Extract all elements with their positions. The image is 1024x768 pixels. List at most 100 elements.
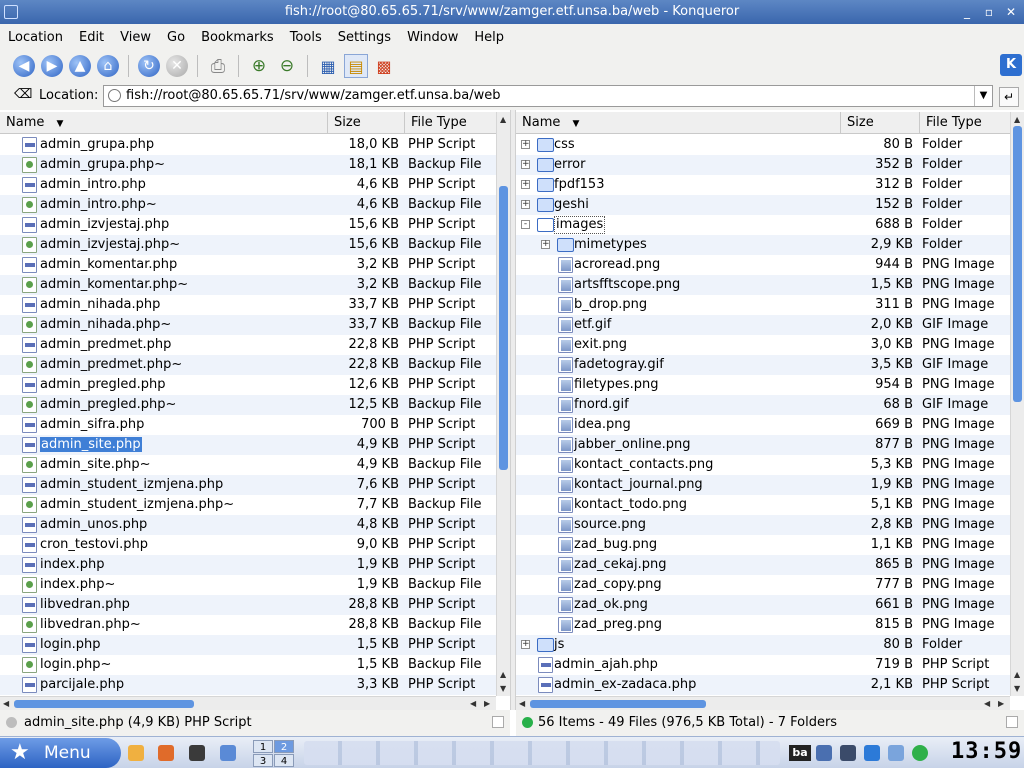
- right-lock-checkbox[interactable]: [1006, 716, 1018, 728]
- left-column-name[interactable]: Name ▼: [0, 112, 328, 133]
- left-column-size[interactable]: Size: [328, 112, 405, 133]
- right-file-row[interactable]: exit.png 3,0 KB PNG Image: [516, 335, 1010, 355]
- left-file-row[interactable]: admin_komentar.php~ 3,2 KB Backup File: [0, 275, 496, 295]
- right-file-row[interactable]: kontact_contacts.png 5,3 KB PNG Image: [516, 455, 1010, 475]
- left-file-row[interactable]: login.php 1,5 KB PHP Script: [0, 635, 496, 655]
- back-button[interactable]: ◀: [12, 54, 36, 78]
- left-file-row[interactable]: admin_intro.php~ 4,6 KB Backup File: [0, 195, 496, 215]
- right-file-row[interactable]: filetypes.png 954 B PNG Image: [516, 375, 1010, 395]
- left-file-row[interactable]: admin_pregled.php 12,6 KB PHP Script: [0, 375, 496, 395]
- menu-bookmarks[interactable]: Bookmarks: [193, 30, 282, 45]
- home-launcher-icon[interactable]: [158, 745, 174, 761]
- left-vertical-scrollbar[interactable]: ▲ ▲ ▼: [496, 112, 510, 696]
- multi-view-button[interactable]: ▩: [372, 54, 396, 78]
- right-file-row[interactable]: fnord.gif 68 B GIF Image: [516, 395, 1010, 415]
- left-file-row[interactable]: admin_student_izmjena.php~ 7,7 KB Backup F…: [0, 495, 496, 515]
- left-file-row[interactable]: libvedran.php~ 28,8 KB Backup File: [0, 615, 496, 635]
- up-button[interactable]: ▲: [68, 54, 92, 78]
- keyboard-layout-indicator[interactable]: ba: [789, 745, 811, 761]
- reload-button[interactable]: ↻: [137, 54, 161, 78]
- icon-view-button[interactable]: ▦: [316, 54, 340, 78]
- zoom-in-button[interactable]: ⊕: [247, 54, 271, 78]
- clipboard-icon[interactable]: [888, 745, 904, 761]
- right-file-row[interactable]: - images 688 B Folder: [516, 215, 1010, 235]
- right-file-row[interactable]: zad_ok.png 661 B PNG Image: [516, 595, 1010, 615]
- left-horizontal-scrollbar[interactable]: ◀ ◀ ▶: [0, 696, 496, 710]
- forward-button[interactable]: ▶: [40, 54, 64, 78]
- network-launcher-icon[interactable]: [220, 745, 236, 761]
- right-file-row[interactable]: + css 80 B Folder: [516, 135, 1010, 155]
- left-file-row[interactable]: index.php 1,9 KB PHP Script: [0, 555, 496, 575]
- zoom-out-button[interactable]: ⊖: [275, 54, 299, 78]
- right-file-row[interactable]: jabber_online.png 877 B PNG Image: [516, 435, 1010, 455]
- terminal-launcher-icon[interactable]: [189, 745, 205, 761]
- right-file-row[interactable]: + mimetypes 2,9 KB Folder: [516, 235, 1010, 255]
- konqueror-launcher-icon[interactable]: [128, 745, 144, 761]
- desktop-4[interactable]: 4: [274, 754, 294, 767]
- left-file-row[interactable]: admin_predmet.php~ 22,8 KB Backup File: [0, 355, 496, 375]
- volume-icon[interactable]: [816, 745, 832, 761]
- right-column-size[interactable]: Size: [841, 112, 920, 133]
- left-file-row[interactable]: cron_testovi.php 9,0 KB PHP Script: [0, 535, 496, 555]
- right-file-row[interactable]: etf.gif 2,0 KB GIF Image: [516, 315, 1010, 335]
- left-file-row[interactable]: parcijale.php 3,3 KB PHP Script: [0, 675, 496, 695]
- left-file-row[interactable]: login.php~ 1,5 KB Backup File: [0, 655, 496, 675]
- left-column-type[interactable]: File Type: [405, 112, 496, 133]
- menu-location[interactable]: Location: [0, 30, 71, 45]
- right-file-row[interactable]: zad_preg.png 815 B PNG Image: [516, 615, 1010, 635]
- location-input[interactable]: fish://root@80.65.65.71/srv/www/zamger.e…: [103, 85, 993, 107]
- left-file-row[interactable]: admin_pregled.php~ 12,5 KB Backup File: [0, 395, 496, 415]
- expand-icon[interactable]: +: [521, 200, 530, 209]
- menu-edit[interactable]: Edit: [71, 30, 112, 45]
- network-status-icon[interactable]: [864, 745, 880, 761]
- expand-icon[interactable]: +: [521, 180, 530, 189]
- desktop-3[interactable]: 3: [253, 754, 273, 767]
- desktop-pager[interactable]: 1 2 3 4: [253, 740, 295, 768]
- left-file-row[interactable]: admin_intro.php 4,6 KB PHP Script: [0, 175, 496, 195]
- right-file-row[interactable]: + fpdf153 312 B Folder: [516, 175, 1010, 195]
- right-file-row[interactable]: b_drop.png 311 B PNG Image: [516, 295, 1010, 315]
- minimize-icon[interactable]: _: [958, 3, 976, 21]
- print-button[interactable]: ⎙: [206, 54, 230, 78]
- right-file-row[interactable]: zad_bug.png 1,1 KB PNG Image: [516, 535, 1010, 555]
- menu-view[interactable]: View: [112, 30, 159, 45]
- left-file-row[interactable]: admin_student_izmjena.php 7,6 KB PHP Scrip…: [0, 475, 496, 495]
- tray-app-icon[interactable]: [840, 745, 856, 761]
- desktop-2[interactable]: 2: [274, 740, 294, 753]
- left-file-row[interactable]: admin_komentar.php 3,2 KB PHP Script: [0, 255, 496, 275]
- right-column-type[interactable]: File Type: [920, 112, 1010, 133]
- clock[interactable]: 13:59: [951, 739, 1021, 767]
- left-file-row[interactable]: admin_grupa.php~ 18,1 KB Backup File: [0, 155, 496, 175]
- close-icon[interactable]: ✕: [1002, 3, 1020, 21]
- right-file-row[interactable]: admin_ajah.php 719 B PHP Script: [516, 655, 1010, 675]
- k-menu-button[interactable]: ★ Menu: [0, 738, 121, 768]
- left-file-row[interactable]: admin_site.php~ 4,9 KB Backup File: [0, 455, 496, 475]
- right-file-row[interactable]: + js 80 B Folder: [516, 635, 1010, 655]
- right-file-row[interactable]: + error 352 B Folder: [516, 155, 1010, 175]
- expand-icon[interactable]: +: [521, 160, 530, 169]
- collapse-icon[interactable]: -: [521, 220, 530, 229]
- taskbar-window-list[interactable]: [304, 741, 780, 765]
- right-vertical-scrollbar[interactable]: ▲ ▲ ▼: [1010, 112, 1024, 696]
- left-file-row[interactable]: libvedran.php 28,8 KB PHP Script: [0, 595, 496, 615]
- right-file-row[interactable]: source.png 2,8 KB PNG Image: [516, 515, 1010, 535]
- left-file-row[interactable]: admin_izvjestaj.php~ 15,6 KB Backup File: [0, 235, 496, 255]
- right-file-row[interactable]: idea.png 669 B PNG Image: [516, 415, 1010, 435]
- right-column-name[interactable]: Name ▼: [516, 112, 841, 133]
- right-file-row[interactable]: admin_ex-zadaca.php 2,1 KB PHP Script: [516, 675, 1010, 695]
- expand-icon[interactable]: +: [521, 640, 530, 649]
- home-button[interactable]: ⌂: [96, 54, 120, 78]
- desktop-1[interactable]: 1: [253, 740, 273, 753]
- right-file-row[interactable]: kontact_todo.png 5,1 KB PNG Image: [516, 495, 1010, 515]
- expand-icon[interactable]: +: [541, 240, 550, 249]
- title-bar[interactable]: fish://root@80.65.65.71/srv/www/zamger.e…: [0, 0, 1024, 24]
- left-file-row[interactable]: admin_nihada.php~ 33,7 KB Backup File: [0, 315, 496, 335]
- left-vertical-scroll-thumb[interactable]: [499, 186, 508, 470]
- left-lock-checkbox[interactable]: [492, 716, 504, 728]
- clear-location-icon[interactable]: ⌫: [14, 87, 32, 102]
- right-horizontal-scroll-thumb[interactable]: [530, 700, 706, 708]
- left-file-row[interactable]: admin_predmet.php 22,8 KB PHP Script: [0, 335, 496, 355]
- right-file-row[interactable]: zad_copy.png 777 B PNG Image: [516, 575, 1010, 595]
- menu-settings[interactable]: Settings: [330, 30, 399, 45]
- left-file-row[interactable]: admin_grupa.php 18,0 KB PHP Script: [0, 135, 496, 155]
